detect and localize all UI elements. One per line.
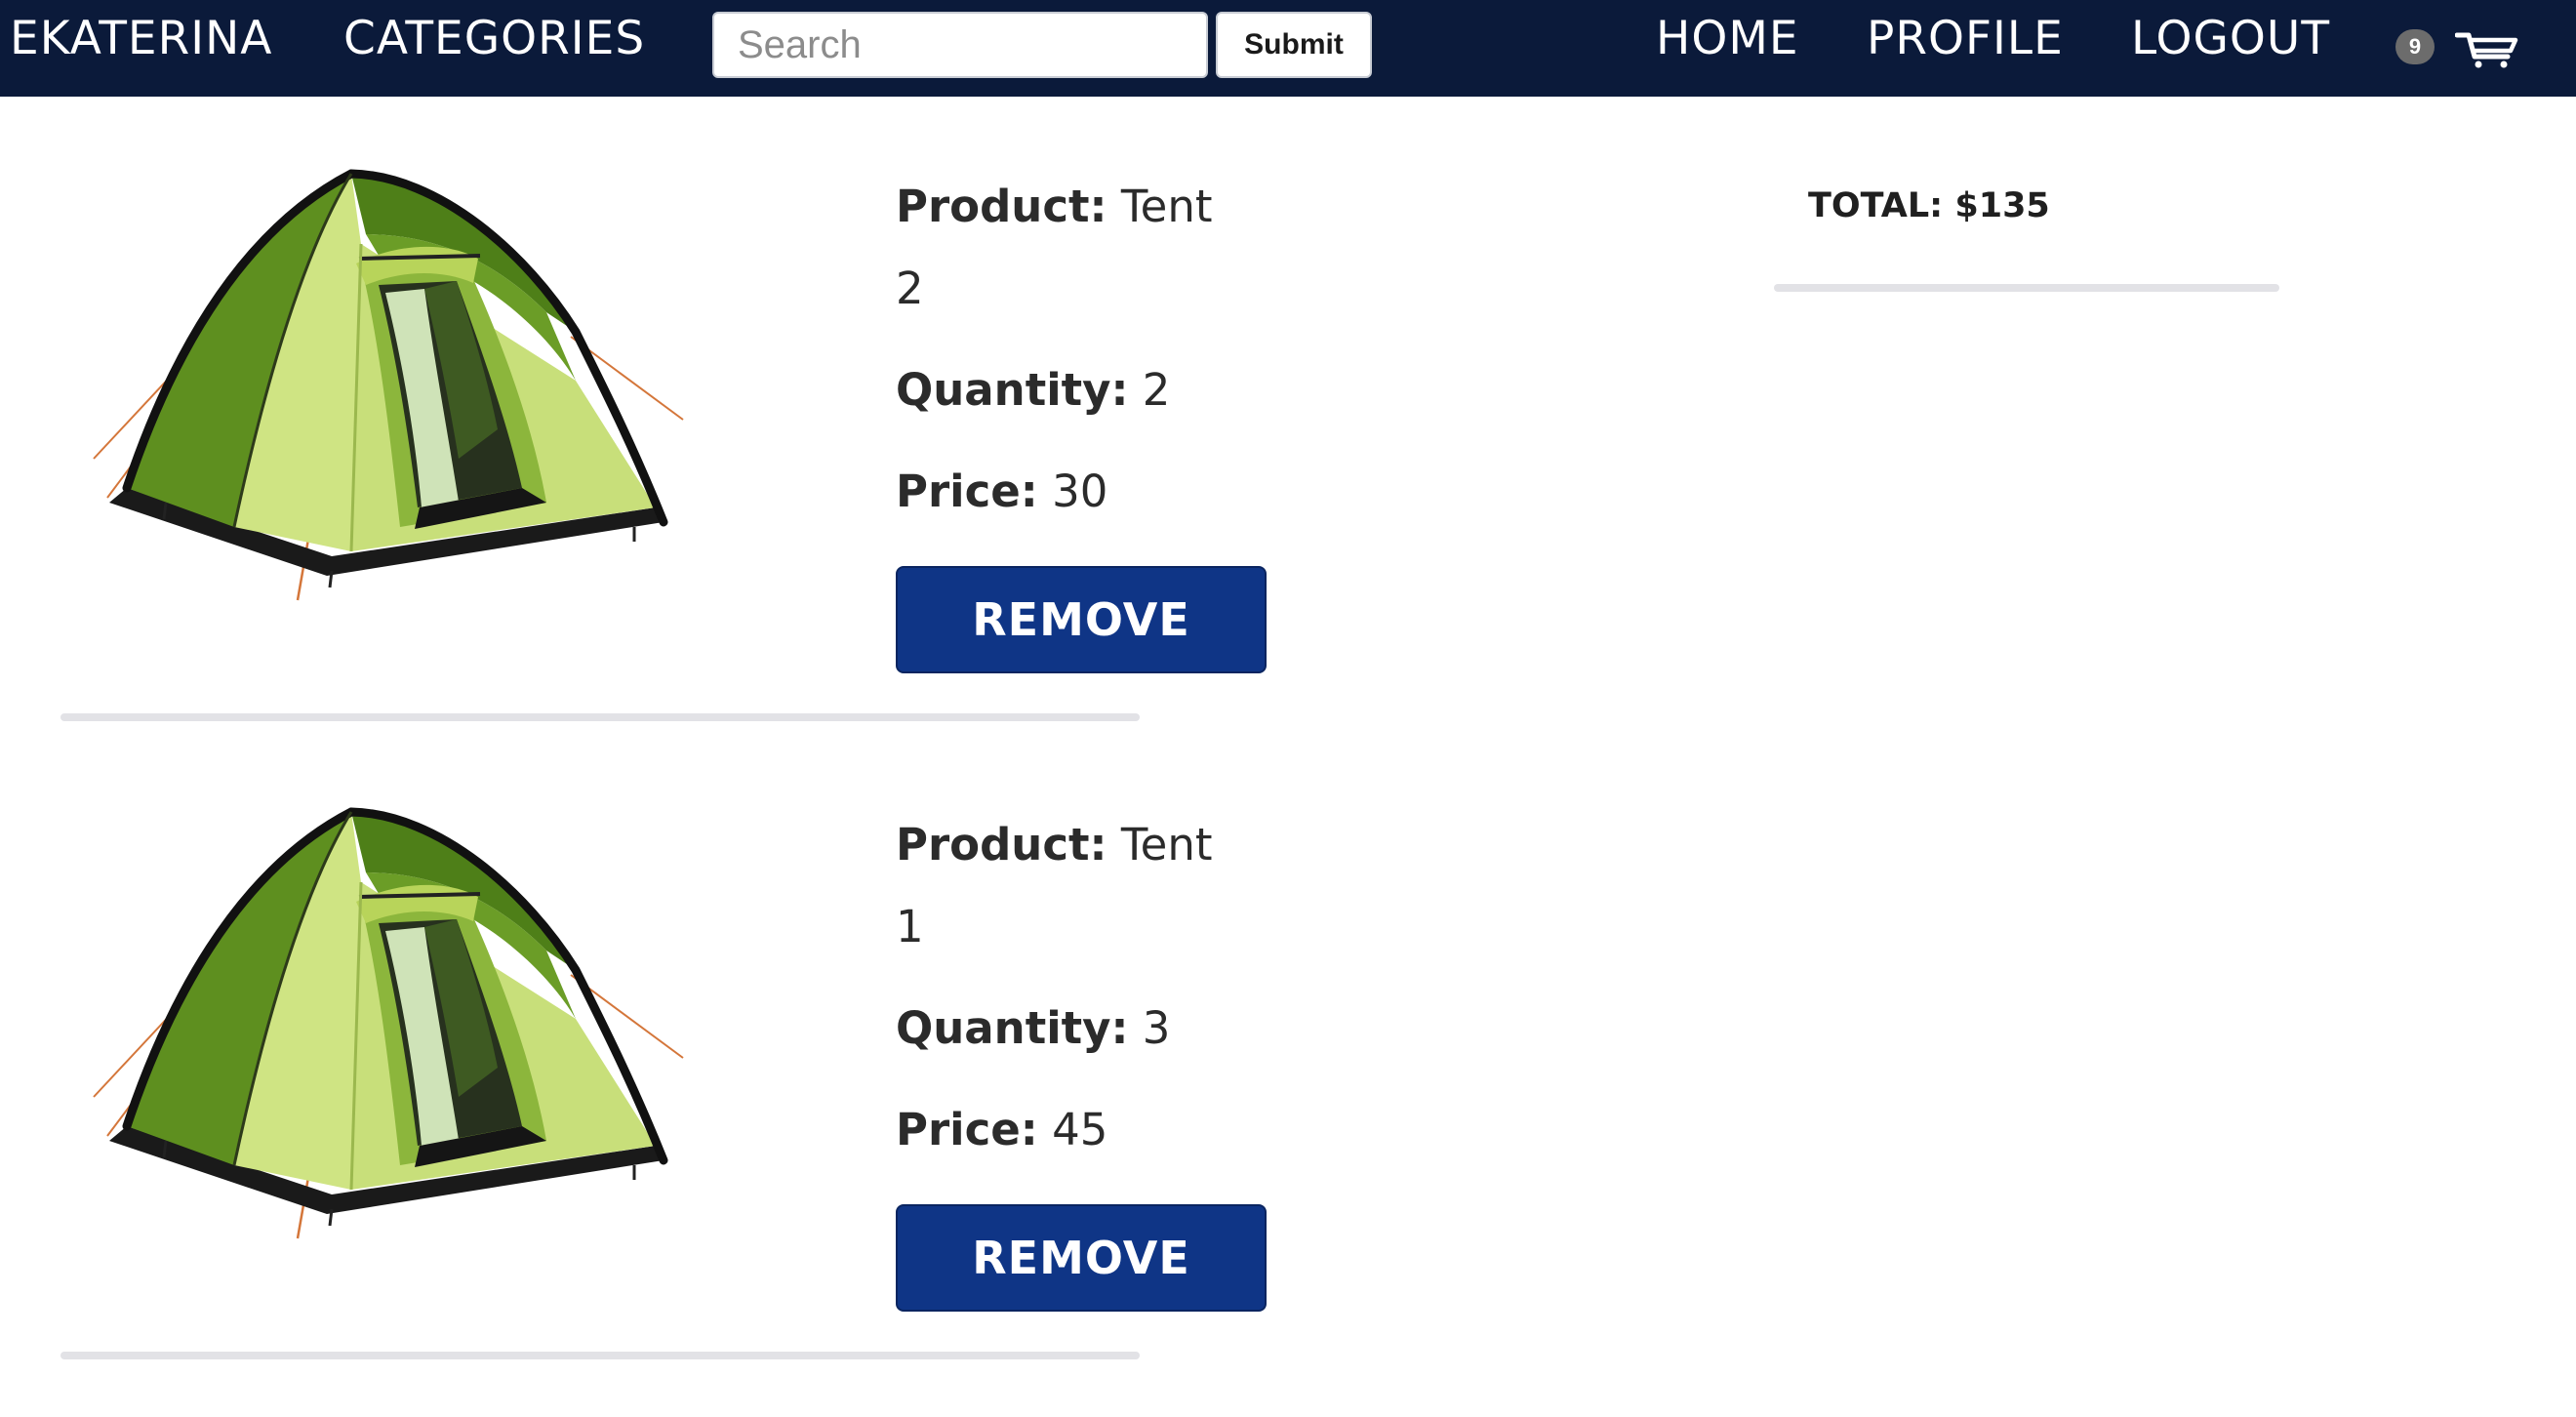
quantity-value: 2 — [1142, 364, 1171, 416]
cart-count-badge: 9 — [2395, 29, 2435, 64]
profile-link[interactable]: PROFILE — [1867, 10, 2064, 68]
product-name-continued: 2 — [896, 263, 924, 314]
price-line: Price: 45 — [896, 1089, 1107, 1171]
logout-link[interactable]: LOGOUT — [2131, 10, 2330, 68]
cart-item: Product: Tent 2 Quantity: 2 Price: 30 RE… — [0, 0, 1366, 721]
product-name: Tent — [1120, 819, 1213, 870]
product-name: Tent — [1120, 181, 1213, 232]
quantity-line: Quantity: 3 — [896, 988, 1170, 1070]
price-line: Price: 30 — [896, 451, 1107, 533]
tent-image — [88, 804, 703, 1263]
home-link[interactable]: HOME — [1656, 10, 1799, 68]
product-line: Product: Tent — [896, 166, 1213, 248]
price-label: Price: — [896, 1104, 1038, 1155]
quantity-label: Quantity: — [896, 364, 1129, 416]
product-label: Product: — [896, 181, 1107, 232]
product-line: Product: Tent — [896, 804, 1213, 886]
price-value: 30 — [1052, 466, 1108, 517]
product-label: Product: — [896, 819, 1107, 870]
item-divider — [60, 1352, 1140, 1359]
quantity-label: Quantity: — [896, 1002, 1129, 1054]
summary-divider — [1774, 284, 2279, 292]
cart-item: Product: Tent 1 Quantity: 3 Price: 45 RE… — [0, 638, 1366, 1359]
remove-button[interactable]: REMOVE — [896, 1204, 1267, 1312]
price-value: 45 — [1052, 1104, 1108, 1155]
cart-total: TOTAL: $135 — [1808, 186, 2050, 225]
product-name-continued: 1 — [896, 901, 924, 952]
quantity-value: 3 — [1142, 1002, 1171, 1054]
price-label: Price: — [896, 466, 1038, 517]
shopping-cart-icon[interactable] — [2455, 25, 2519, 68]
tent-image — [88, 166, 703, 625]
quantity-line: Quantity: 2 — [896, 349, 1170, 431]
